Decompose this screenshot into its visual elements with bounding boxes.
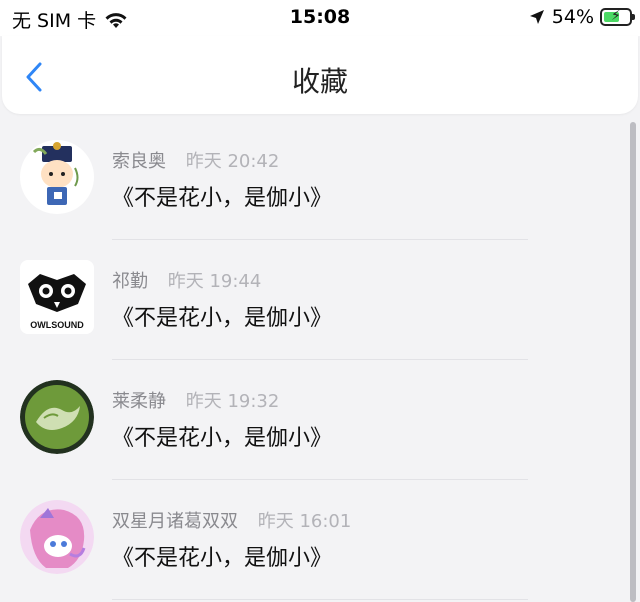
timestamp: 昨天 19:32 [185,391,280,412]
divider [112,479,528,480]
owlsound-logo-text: OWLSOUND [30,320,84,330]
item-meta: 双星月诸葛双双 昨天 16:01 [112,507,351,533]
item-content[interactable]: 《不是花小，是伽小》 [112,300,332,332]
user-name[interactable]: 索良奥 [112,151,166,172]
timestamp: 昨天 19:44 [167,271,262,292]
matcha-latte-icon [20,380,94,454]
timestamp: 昨天 20:42 [185,151,280,172]
user-name[interactable]: 双星月诸葛双双 [112,511,238,532]
anime-girl-avatar-icon [20,500,94,574]
user-name[interactable]: 祁勤 [112,271,148,292]
owl-logo-icon: OWLSOUND [20,260,94,334]
item-content[interactable]: 《不是花小，是伽小》 [112,540,332,572]
avatar[interactable] [20,500,94,574]
battery-icon: ⚡ [600,8,635,26]
battery-percent: 54% [551,6,594,28]
avatar[interactable] [20,140,94,214]
divider [112,359,528,360]
item-content[interactable]: 《不是花小，是伽小》 [112,180,332,212]
list-item[interactable]: OWLSOUND 祁勤 昨天 19:44 《不是花小，是伽小》 [0,242,628,362]
cartoon-avatar-icon [20,140,94,214]
scrollbar[interactable] [630,122,636,602]
charging-bolt-icon: ⚡ [611,8,621,24]
timestamp: 昨天 16:01 [257,511,352,532]
list-item[interactable]: 索良奥 昨天 20:42 《不是花小，是伽小》 [0,122,628,242]
item-meta: 索良奥 昨天 20:42 [112,147,279,173]
divider [112,599,528,600]
list-item[interactable]: 莱柔静 昨天 19:32 《不是花小，是伽小》 [0,362,628,482]
page-title: 收藏 [291,65,348,98]
list-item[interactable]: 双星月诸葛双双 昨天 16:01 《不是花小，是伽小》 [0,482,628,602]
divider [112,239,528,240]
navigation-bar: 收藏 [2,36,638,114]
status-bar: 无 SIM 卡 15:08 54% ⚡ [0,0,640,36]
item-meta: 莱柔静 昨天 19:32 [112,387,279,413]
item-meta: 祁勤 昨天 19:44 [112,267,261,293]
location-arrow-icon [529,10,544,24]
favorites-list: 索良奥 昨天 20:42 《不是花小，是伽小》 OWLSOUND 祁勤 昨天 1… [0,122,628,602]
avatar[interactable]: OWLSOUND [20,260,94,334]
user-name[interactable]: 莱柔静 [112,391,166,412]
avatar[interactable] [20,380,94,454]
status-right: 54% ⚡ [528,6,635,28]
item-content[interactable]: 《不是花小，是伽小》 [112,420,332,452]
